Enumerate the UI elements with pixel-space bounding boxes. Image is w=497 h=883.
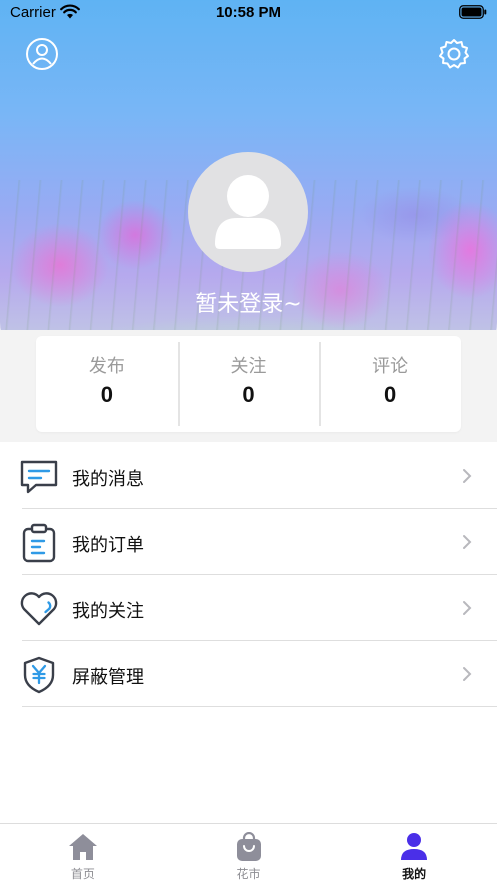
settings-gear-icon[interactable] (436, 36, 472, 72)
default-avatar-icon (215, 175, 281, 249)
stat-value: 0 (100, 382, 113, 407)
menu-item-block-management[interactable]: 屏蔽管理 (0, 641, 497, 707)
stat-label: 评论 (372, 356, 409, 377)
home-icon (67, 832, 99, 862)
heart-icon (18, 589, 60, 629)
stat-posts[interactable]: 发布 0 (36, 336, 178, 432)
stat-following[interactable]: 关注 0 (177, 336, 320, 432)
menu-item-following[interactable]: 我的关注 (0, 575, 497, 641)
shield-yen-icon (18, 655, 60, 695)
stat-comments[interactable]: 评论 0 (319, 336, 461, 432)
tab-mine[interactable]: 我的 (331, 824, 497, 883)
shopping-bag-icon (233, 832, 265, 862)
tab-label: 首页 (70, 867, 95, 881)
stats-card: 发布 0 关注 0 评论 0 (36, 336, 461, 432)
tab-flower-market[interactable]: 花市 (166, 824, 332, 883)
stat-value: 0 (242, 382, 255, 407)
status-bar: Carrier 10:58 PM (0, 0, 497, 28)
menu-item-orders[interactable]: 我的订单 (0, 509, 497, 575)
stat-label: 关注 (230, 356, 267, 377)
profile-icon[interactable] (24, 36, 60, 72)
battery-icon (459, 5, 487, 23)
person-icon (398, 832, 430, 862)
menu-item-label: 我的关注 (72, 601, 144, 622)
menu-item-label: 我的订单 (72, 535, 144, 556)
tab-home[interactable]: 首页 (0, 824, 166, 883)
clipboard-icon (18, 523, 60, 563)
chevron-right-icon (463, 667, 472, 681)
message-icon (18, 457, 60, 497)
chevron-right-icon (463, 469, 472, 483)
menu-item-label: 屏蔽管理 (72, 667, 144, 688)
username-label[interactable]: 暂未登录~ (0, 286, 497, 318)
tab-bar: 首页 花市 我的 (0, 823, 497, 883)
stat-label: 发布 (88, 356, 125, 377)
menu-item-label: 我的消息 (72, 469, 144, 490)
tab-label: 花市 (236, 867, 261, 881)
chevron-right-icon (463, 535, 472, 549)
tab-label: 我的 (402, 867, 427, 881)
chevron-right-icon (463, 601, 472, 615)
menu-item-messages[interactable]: 我的消息 (0, 443, 497, 509)
stat-value: 0 (384, 382, 397, 407)
menu-list: 我的消息 我的订单 我的关注 屏蔽管理 (0, 443, 497, 707)
avatar[interactable] (188, 152, 308, 272)
clock: 10:58 PM (215, 4, 282, 21)
